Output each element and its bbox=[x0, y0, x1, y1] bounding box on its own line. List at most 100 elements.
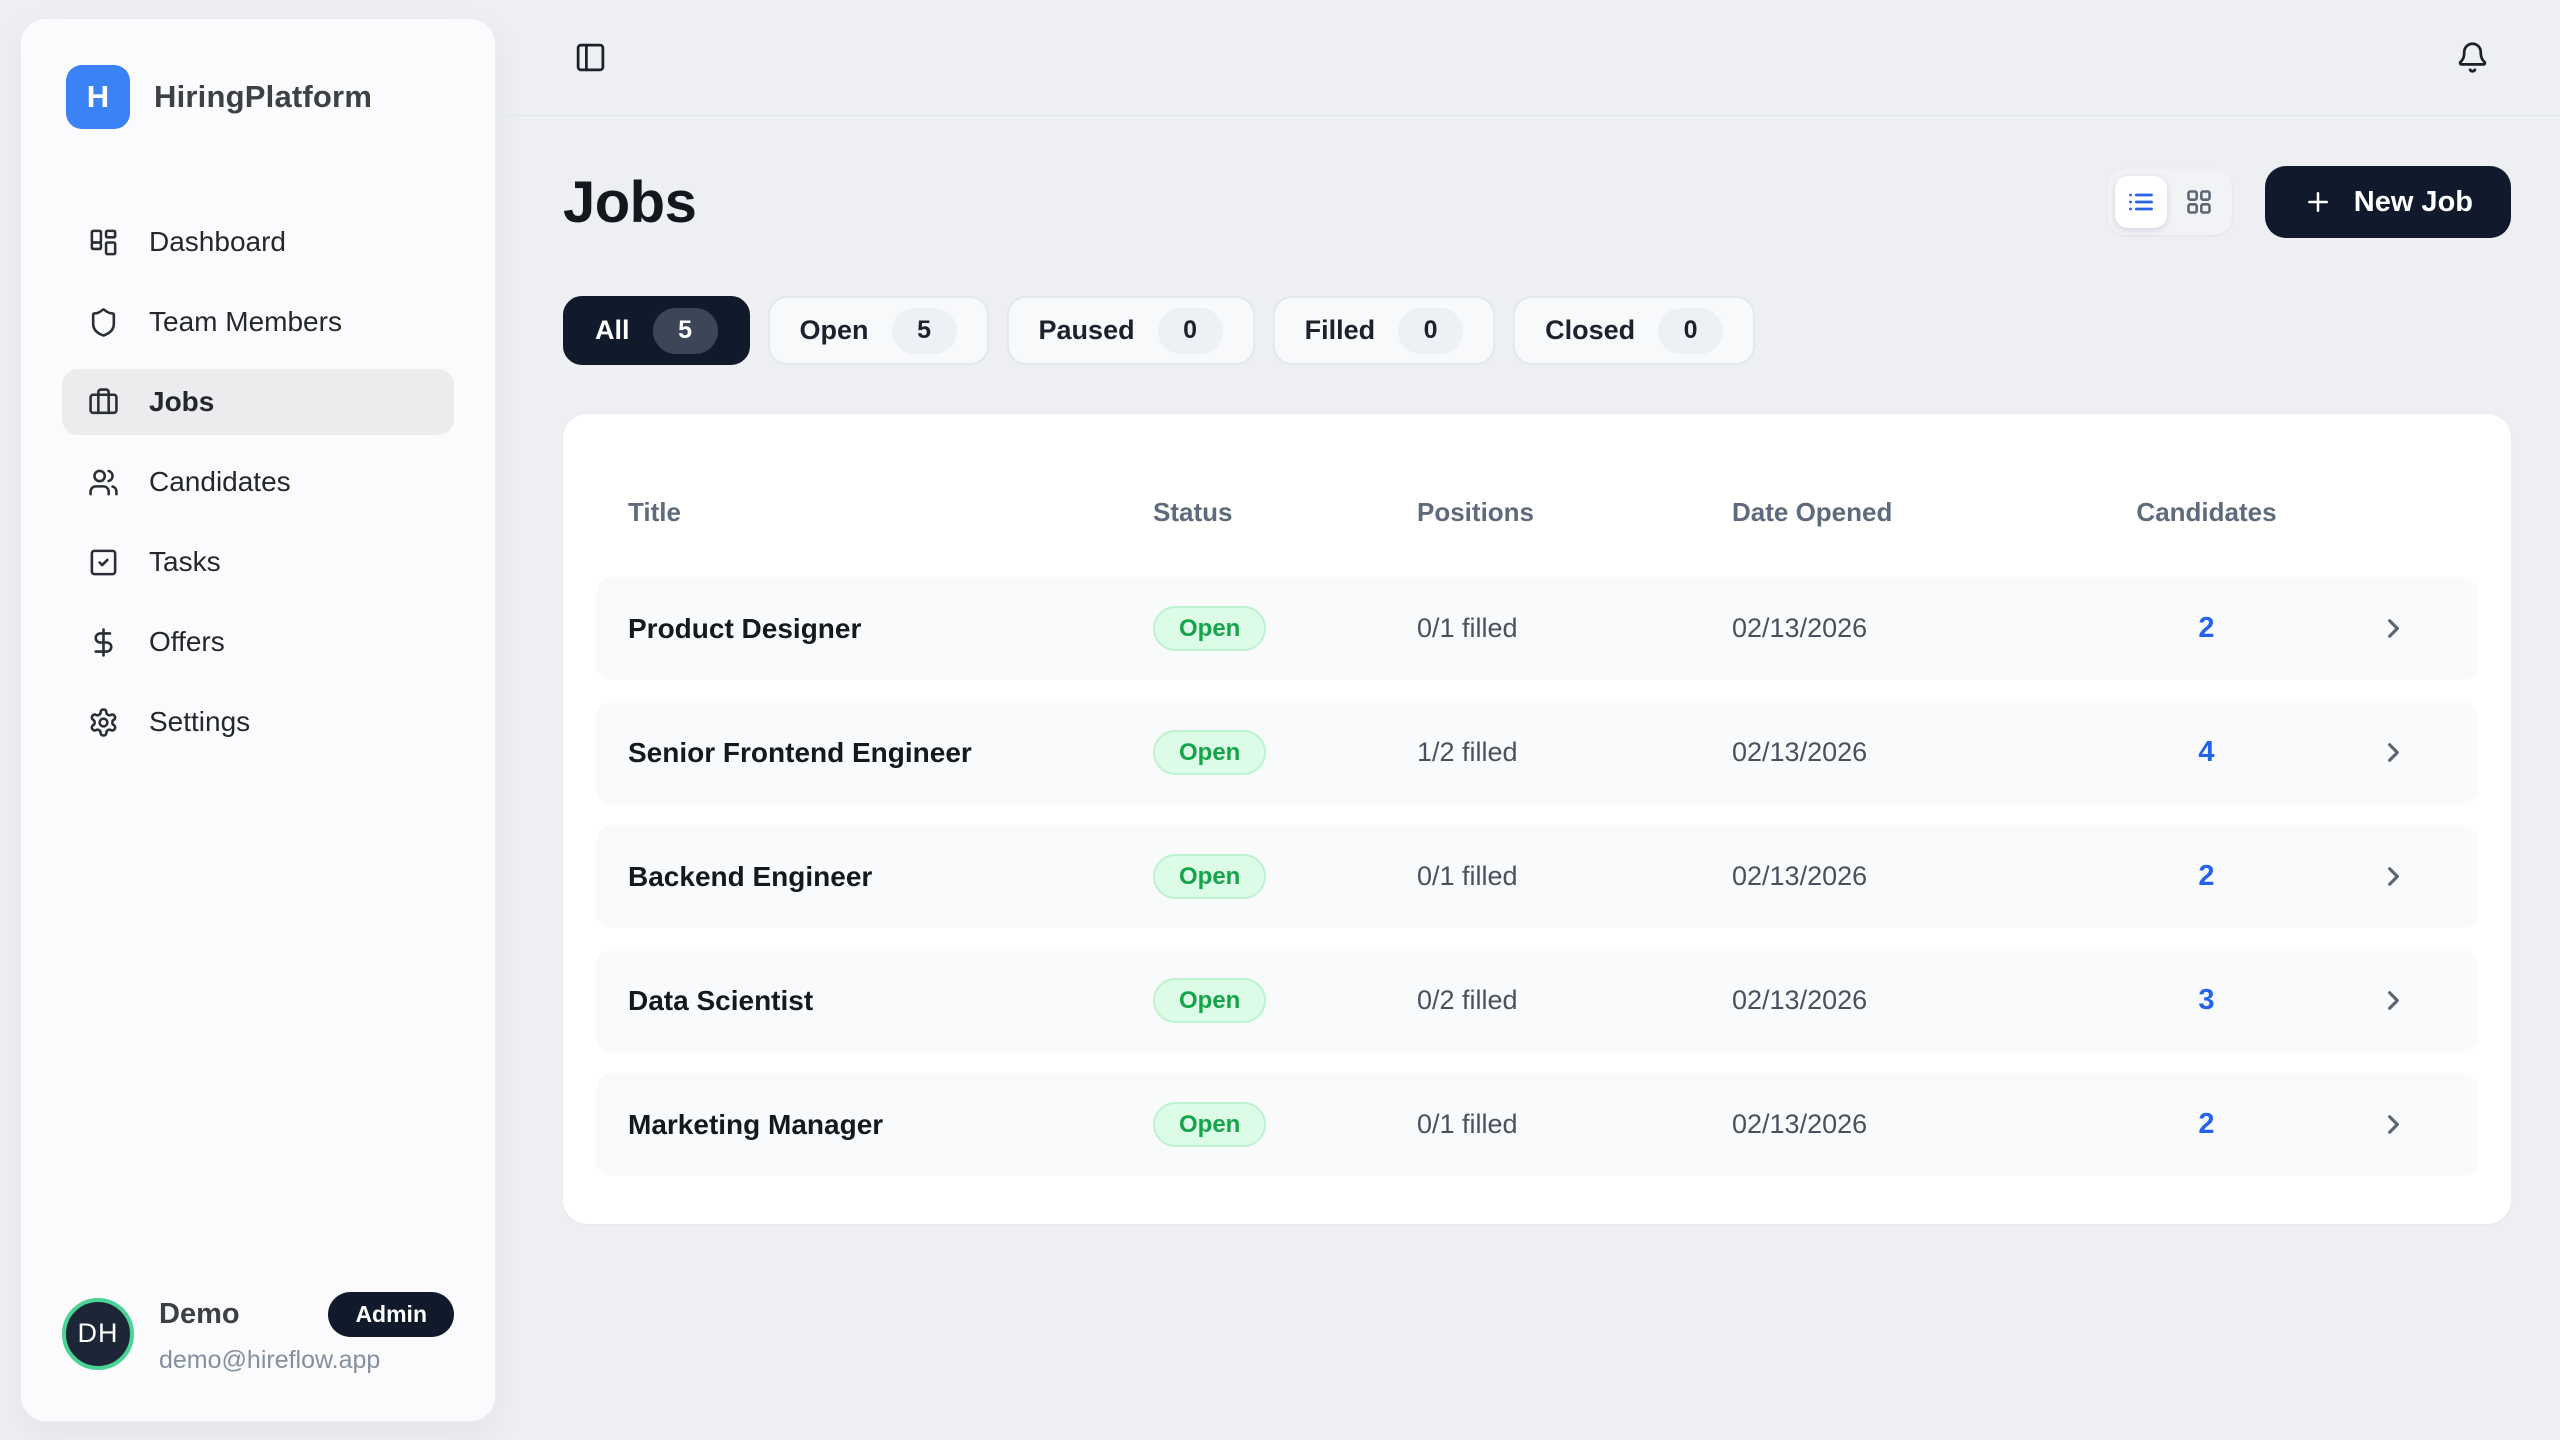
gear-icon bbox=[88, 707, 119, 738]
dashboard-icon bbox=[88, 227, 119, 258]
sidebar-nav: Dashboard Team Members Jobs Candidates T… bbox=[21, 209, 495, 755]
job-title: Senior Frontend Engineer bbox=[628, 737, 1153, 769]
date-opened-cell: 02/13/2026 bbox=[1732, 1109, 2130, 1140]
job-title: Data Scientist bbox=[628, 985, 1153, 1017]
chevron-right-icon[interactable] bbox=[2378, 861, 2409, 892]
candidates-count[interactable]: 2 bbox=[2130, 860, 2283, 893]
filter-count-badge: 0 bbox=[1398, 308, 1463, 354]
sidebar-item-candidates[interactable]: Candidates bbox=[62, 449, 454, 515]
positions-cell: 0/2 filled bbox=[1417, 985, 1732, 1016]
sidebar-toggle-icon bbox=[574, 41, 607, 74]
jobs-table-card: Title Status Positions Date Opened Candi… bbox=[563, 414, 2511, 1224]
new-job-button[interactable]: New Job bbox=[2265, 166, 2511, 238]
filter-tab[interactable]: Open 5 bbox=[768, 296, 989, 365]
status-badge: Open bbox=[1153, 978, 1266, 1023]
sidebar-item-label: Team Members bbox=[149, 306, 342, 338]
user-email: demo@hireflow.app bbox=[159, 1346, 454, 1375]
filter-tab[interactable]: Closed 0 bbox=[1513, 296, 1755, 365]
date-opened-cell: 02/13/2026 bbox=[1732, 861, 2130, 892]
grid-view-button[interactable] bbox=[2173, 176, 2225, 228]
shield-icon bbox=[88, 307, 119, 338]
filter-label: Open bbox=[800, 315, 869, 346]
filter-label: All bbox=[595, 315, 630, 346]
candidates-count[interactable]: 4 bbox=[2130, 736, 2283, 769]
task-check-icon bbox=[88, 547, 119, 578]
filter-tab[interactable]: All 5 bbox=[563, 296, 750, 365]
topbar bbox=[497, 0, 2560, 116]
table-body: Product Designer Open 0/1 filled 02/13/2… bbox=[596, 577, 2478, 1176]
positions-cell: 1/2 filled bbox=[1417, 737, 1732, 768]
filter-label: Paused bbox=[1039, 315, 1135, 346]
candidates-count[interactable]: 3 bbox=[2130, 984, 2283, 1017]
column-header-status: Status bbox=[1153, 497, 1417, 528]
page-title: Jobs bbox=[563, 169, 696, 236]
positions-cell: 0/1 filled bbox=[1417, 1109, 1732, 1140]
dollar-icon bbox=[88, 627, 119, 658]
status-badge: Open bbox=[1153, 854, 1266, 899]
sidebar-item-label: Jobs bbox=[149, 386, 214, 418]
user-meta: Demo Admin demo@hireflow.app bbox=[159, 1292, 454, 1375]
new-job-label: New Job bbox=[2354, 186, 2473, 219]
table-row[interactable]: Data Scientist Open 0/2 filled 02/13/202… bbox=[596, 949, 2478, 1052]
filter-count-badge: 5 bbox=[892, 308, 957, 354]
table-row[interactable]: Senior Frontend Engineer Open 1/2 filled… bbox=[596, 701, 2478, 804]
status-badge: Open bbox=[1153, 730, 1266, 775]
positions-cell: 0/1 filled bbox=[1417, 613, 1732, 644]
column-header-positions: Positions bbox=[1417, 497, 1732, 528]
sidebar-item-jobs[interactable]: Jobs bbox=[62, 369, 454, 435]
date-opened-cell: 02/13/2026 bbox=[1732, 985, 2130, 1016]
candidates-count[interactable]: 2 bbox=[2130, 612, 2283, 645]
status-badge: Open bbox=[1153, 1102, 1266, 1147]
filter-label: Filled bbox=[1305, 315, 1376, 346]
sidebar-item-settings[interactable]: Settings bbox=[62, 689, 454, 755]
status-filters: All 5 Open 5 Paused 0 Filled 0 bbox=[563, 296, 2511, 365]
sidebar-toggle-button[interactable] bbox=[574, 41, 607, 74]
job-title: Marketing Manager bbox=[628, 1109, 1153, 1141]
filter-label: Closed bbox=[1545, 315, 1635, 346]
notifications-button[interactable] bbox=[2456, 41, 2489, 74]
sidebar-item-team-members[interactable]: Team Members bbox=[62, 289, 454, 355]
sidebar-item-dashboard[interactable]: Dashboard bbox=[62, 209, 454, 275]
view-toggle bbox=[2108, 169, 2232, 235]
column-header-candidates: Candidates bbox=[2130, 497, 2283, 528]
sidebar-item-label: Candidates bbox=[149, 466, 291, 498]
chevron-right-icon[interactable] bbox=[2378, 985, 2409, 1016]
content: Jobs New Job All bbox=[497, 166, 2560, 1224]
grid-view-icon bbox=[2185, 188, 2213, 216]
job-title: Product Designer bbox=[628, 613, 1153, 645]
sidebar-user[interactable]: DH Demo Admin demo@hireflow.app bbox=[21, 1292, 495, 1421]
main-area: Jobs New Job All bbox=[497, 0, 2560, 1440]
sidebar-item-label: Dashboard bbox=[149, 226, 286, 258]
column-header-date-opened: Date Opened bbox=[1732, 497, 2130, 528]
users-icon bbox=[88, 467, 119, 498]
table-row[interactable]: Product Designer Open 0/1 filled 02/13/2… bbox=[596, 577, 2478, 680]
date-opened-cell: 02/13/2026 bbox=[1732, 613, 2130, 644]
candidates-count[interactable]: 2 bbox=[2130, 1108, 2283, 1141]
bell-icon bbox=[2456, 41, 2489, 74]
app-name: HiringPlatform bbox=[154, 79, 372, 115]
filter-count-badge: 0 bbox=[1658, 308, 1723, 354]
user-name: Demo bbox=[159, 1298, 240, 1331]
table-row[interactable]: Marketing Manager Open 0/1 filled 02/13/… bbox=[596, 1073, 2478, 1176]
sidebar-item-label: Tasks bbox=[149, 546, 221, 578]
filter-tab[interactable]: Paused 0 bbox=[1007, 296, 1255, 365]
sidebar-item-label: Offers bbox=[149, 626, 225, 658]
role-badge: Admin bbox=[328, 1292, 454, 1337]
table-row[interactable]: Backend Engineer Open 0/1 filled 02/13/2… bbox=[596, 825, 2478, 928]
filter-tab[interactable]: Filled 0 bbox=[1273, 296, 1496, 365]
app-logo: H HiringPlatform bbox=[21, 19, 495, 129]
chevron-right-icon[interactable] bbox=[2378, 737, 2409, 768]
sidebar-item-offers[interactable]: Offers bbox=[62, 609, 454, 675]
chevron-right-icon[interactable] bbox=[2378, 613, 2409, 644]
sidebar-item-label: Settings bbox=[149, 706, 250, 738]
column-header-title: Title bbox=[628, 497, 1153, 528]
filter-count-badge: 5 bbox=[653, 308, 718, 354]
briefcase-icon bbox=[88, 387, 119, 418]
list-view-button[interactable] bbox=[2115, 176, 2167, 228]
date-opened-cell: 02/13/2026 bbox=[1732, 737, 2130, 768]
filter-count-badge: 0 bbox=[1158, 308, 1223, 354]
table-header-row: Title Status Positions Date Opened Candi… bbox=[596, 448, 2478, 577]
status-badge: Open bbox=[1153, 606, 1266, 651]
chevron-right-icon[interactable] bbox=[2378, 1109, 2409, 1140]
sidebar-item-tasks[interactable]: Tasks bbox=[62, 529, 454, 595]
